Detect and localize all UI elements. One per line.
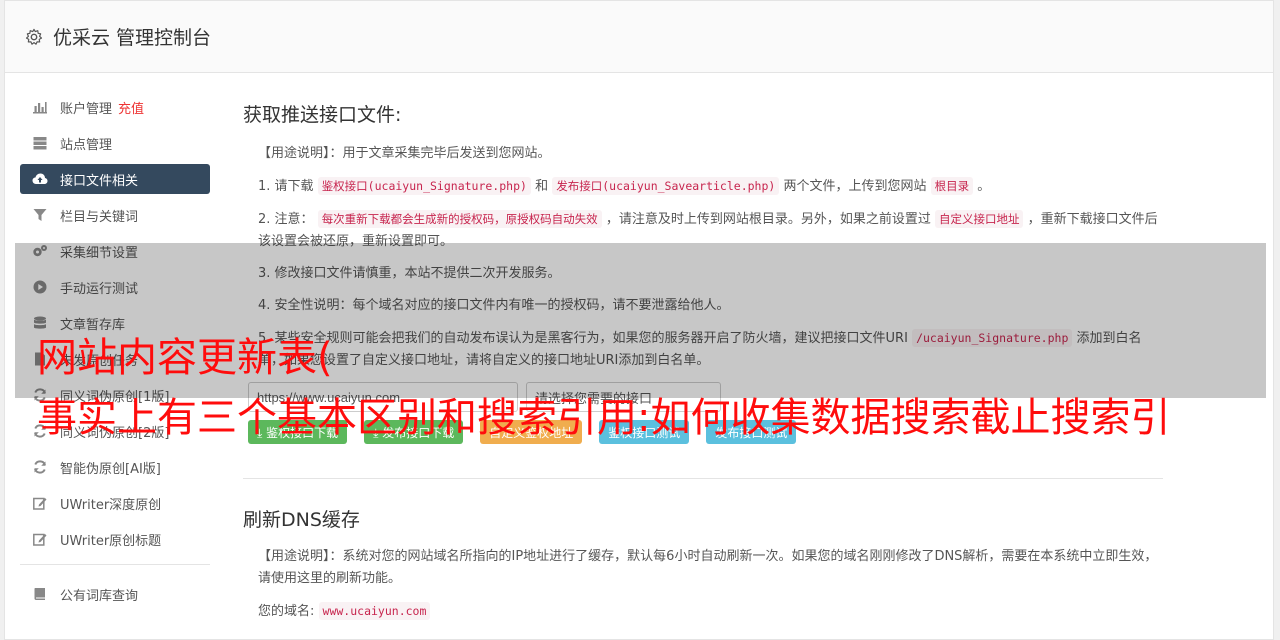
edit-icon <box>32 495 48 511</box>
domain-label: 您的域名: <box>258 604 315 619</box>
custom-interface-code: 自定义接口地址 <box>934 210 1024 228</box>
sidebar-item-columns-keywords[interactable]: 栏目与关键词 <box>20 200 210 230</box>
gear-icon <box>25 28 43 45</box>
book-icon <box>32 586 48 602</box>
sidebar-item-sites[interactable]: 站点管理 <box>20 128 210 158</box>
sidebar-item-uwriter-title[interactable]: UWriter原创标题 <box>20 524 210 554</box>
cloud-upload-icon <box>32 171 48 187</box>
edit-icon <box>32 531 48 547</box>
bar-chart-icon <box>32 99 48 115</box>
sidebar-item-label: UWriter深度原创 <box>60 497 162 513</box>
auth-code-warning: 每次重新下载都会生成新的授权码，原授权码自动失效 <box>317 210 602 228</box>
usage-note: 【用途说明】：用于文章采集完毕后发送到您网站。 <box>258 146 551 161</box>
server-icon <box>32 135 48 151</box>
refresh-icon <box>32 459 48 475</box>
sidebar-item-ai-rewrite[interactable]: 智能伪原创[AI版] <box>20 452 210 482</box>
sidebar-item-uwriter-deep[interactable]: UWriter深度原创 <box>20 488 210 518</box>
step-1-text: 两个文件，上传到您网站 <box>783 179 927 194</box>
section-title-dns: 刷新DNS缓存 <box>243 509 360 531</box>
sidebar-item-label: 智能伪原创[AI版] <box>60 461 161 477</box>
section-title-interface-files: 获取推送接口文件: <box>243 104 402 126</box>
recharge-link[interactable]: 充值 <box>118 98 144 117</box>
root-dir-code: 根目录 <box>930 177 974 195</box>
sidebar-item-label: 栏目与关键词 <box>60 209 139 225</box>
step-1-text: 。 <box>977 179 991 194</box>
sidebar-item-account[interactable]: 账户管理 充值 <box>20 92 210 122</box>
page-title: 优采云 管理控制台 <box>53 27 212 49</box>
domain-value: www.ucaiyun.com <box>318 602 431 620</box>
sidebar-item-label: UWriter原创标题 <box>60 533 162 549</box>
sidebar-item-label: 公有词库查询 <box>60 588 139 604</box>
overlay-headline-2: 事实上有三个基本区别和搜索引用:如何收集数据搜索截止搜索引 <box>37 395 1171 441</box>
step-1-text: 和 <box>535 179 549 194</box>
sidebar-item-public-dictionary[interactable]: 公有词库查询 <box>20 579 210 609</box>
sidebar-item-label: 站点管理 <box>60 137 113 153</box>
domain-row: 您的域名: www.ucaiyun.com <box>243 600 1163 623</box>
step-1-text: 1. 请下载 <box>258 179 314 194</box>
savearticle-interface-code: 发布接口(ucaiyun_Savearticle.php) <box>552 177 780 195</box>
step-2-text: 2. 注意： <box>258 212 314 227</box>
sidebar-item-interface-files[interactable]: 接口文件相关 <box>20 164 210 194</box>
sidebar-item-label: 账户管理 <box>60 101 113 117</box>
step-1: 1. 请下载 鉴权接口(ucaiyun_Signature.php) 和 发布接… <box>243 175 1163 198</box>
panel-header: 优采云 管理控制台 <box>5 1 1273 73</box>
section-divider <box>243 478 1163 479</box>
sidebar-divider <box>20 564 210 565</box>
step-2-text: ，请注意及时上传到网站根目录。另外，如果之前设置过 <box>605 212 931 227</box>
filter-icon <box>32 207 48 223</box>
overlay-headline-1: 网站内容更新表( <box>37 335 333 381</box>
signature-interface-code: 鉴权接口(ucaiyun_Signature.php) <box>317 177 531 195</box>
dns-usage-note: 【用途说明】：系统对您的网站域名所指向的IP地址进行了缓存，默认每6小时自动刷新… <box>258 549 1158 586</box>
sidebar-item-label: 接口文件相关 <box>60 173 139 189</box>
